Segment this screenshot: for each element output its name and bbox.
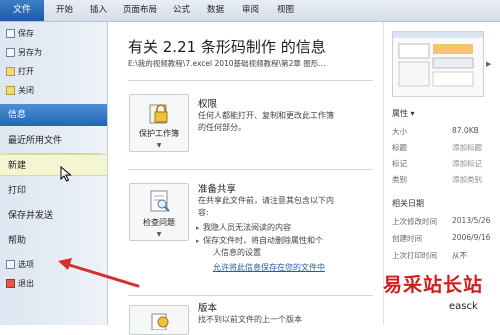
prepare-heading: 准备共享 (198, 184, 237, 195)
prop-value-title[interactable]: 添加标题 (452, 142, 482, 153)
nav-save-as[interactable]: 另存为 (6, 45, 42, 61)
nav-print[interactable]: 打印 (0, 180, 107, 202)
nav-info[interactable]: 信息 (0, 104, 107, 126)
prop-key-tags: 标记 (392, 159, 407, 168)
prop-key-category: 类别 (392, 175, 407, 184)
versions-icon (151, 313, 169, 330)
folder-icon (6, 67, 15, 76)
related-dates-heading: 相关日期 (392, 199, 424, 208)
ribbon-tab-bar: 文件 开始 插入 页面布局 公式 数据 审阅 视图 (0, 0, 500, 22)
prop-value-size: 87.0KB (452, 126, 479, 135)
watermark-sub: easck (447, 301, 480, 312)
close-folder-icon (6, 86, 15, 95)
versions-heading: 版本 (198, 303, 218, 314)
save-as-icon (6, 48, 15, 57)
check-issues-label: 检查问题 (143, 218, 175, 227)
watermark-logo: 易采站长站 (383, 274, 484, 296)
divider (128, 169, 373, 170)
tab-data[interactable]: 数据 (207, 0, 224, 21)
tab-page-layout[interactable]: 页面布局 (123, 0, 157, 21)
tab-home[interactable]: 开始 (56, 0, 73, 21)
tab-view[interactable]: 视图 (277, 0, 294, 21)
page-title: 有关 2.21 条形码制作 的信息 (128, 38, 326, 56)
tab-insert[interactable]: 插入 (90, 0, 107, 21)
preview-thumbnail-icon (393, 32, 483, 87)
prepare-text-1: 在共享此文件前，请注意其包含以下内 (198, 196, 334, 205)
options-icon (6, 260, 15, 269)
protect-workbook-label: 保护工作簿 (139, 129, 179, 138)
nav-help[interactable]: 帮助 (0, 230, 107, 252)
divider (128, 295, 373, 296)
date-key-modified: 上次修改时间 (392, 217, 437, 226)
permissions-heading: 权限 (198, 99, 218, 110)
prop-key-title: 标题 (392, 143, 407, 152)
preview-arrow-icon: ▶ (486, 60, 492, 68)
manage-versions-button[interactable] (129, 305, 189, 335)
nav-exit[interactable]: 退出 (6, 276, 34, 292)
nav-save-as-label: 另存为 (18, 48, 42, 57)
properties-heading[interactable]: 属性 ▾ (392, 108, 415, 119)
date-key-printed: 上次打印时间 (392, 251, 437, 260)
nav-recent[interactable]: 最近所用文件 (0, 130, 107, 152)
prop-value-tags[interactable]: 添加标记 (452, 158, 482, 169)
document-preview[interactable] (392, 31, 484, 97)
prepare-bullet-2: 保存文件时，将自动删除属性和个 (196, 235, 323, 247)
date-value-created: 2006/9/16 (452, 233, 491, 242)
file-path: E:\我的视频教程\7.excel 2010基础视频教程\第2章 图形... (128, 59, 326, 68)
versions-text: 找不到以前文件的上一个版本 (198, 315, 302, 324)
lock-icon (149, 104, 168, 124)
nav-save[interactable]: 保存 (6, 26, 34, 42)
divider (128, 80, 373, 81)
date-key-created: 创建时间 (392, 234, 422, 243)
tab-file[interactable]: 文件 (0, 0, 44, 21)
save-icon (6, 29, 15, 38)
inspect-document-icon (150, 190, 170, 212)
nav-options[interactable]: 选项 (6, 257, 34, 273)
date-value-printed: 从不 (452, 251, 467, 260)
nav-new[interactable]: 新建 (0, 154, 107, 176)
protect-workbook-button[interactable]: 保护工作簿 ▼ (129, 94, 189, 152)
date-value-modified: 2013/5/26 (452, 216, 491, 225)
dropdown-arrow-icon: ▼ (156, 231, 162, 238)
exit-icon (6, 279, 15, 288)
nav-save-send[interactable]: 保存并发送 (0, 205, 107, 227)
prepare-text-2: 容: (198, 208, 209, 217)
prepare-bullet-2-cont: 人信息的设置 (213, 248, 261, 257)
check-issues-button[interactable]: 检查问题 ▼ (129, 183, 189, 241)
tab-formulas[interactable]: 公式 (173, 0, 190, 21)
permissions-text-2: 的任何部分。 (198, 123, 246, 132)
tab-review[interactable]: 审阅 (242, 0, 259, 21)
dropdown-arrow-icon: ▼ (156, 142, 162, 149)
nav-options-label: 选项 (18, 260, 34, 269)
prop-key-size: 大小 (392, 127, 407, 136)
nav-close[interactable]: 关闭 (6, 83, 34, 99)
nav-open-label: 打开 (18, 67, 34, 76)
nav-save-label: 保存 (18, 29, 34, 38)
allow-save-info-link[interactable]: 允许将此信息保存在您的文件中 (213, 262, 325, 273)
prop-value-category[interactable]: 添加类别 (452, 174, 482, 185)
permissions-text-1: 任何人都能打开、复制和更改此工作簿 (198, 111, 334, 120)
mouse-cursor-icon (60, 166, 72, 182)
nav-close-label: 关闭 (18, 86, 34, 95)
nav-open[interactable]: 打开 (6, 64, 34, 80)
nav-exit-label: 退出 (18, 279, 34, 288)
prepare-bullet-1: 我隐人员无法阅读的内容 (196, 222, 291, 234)
